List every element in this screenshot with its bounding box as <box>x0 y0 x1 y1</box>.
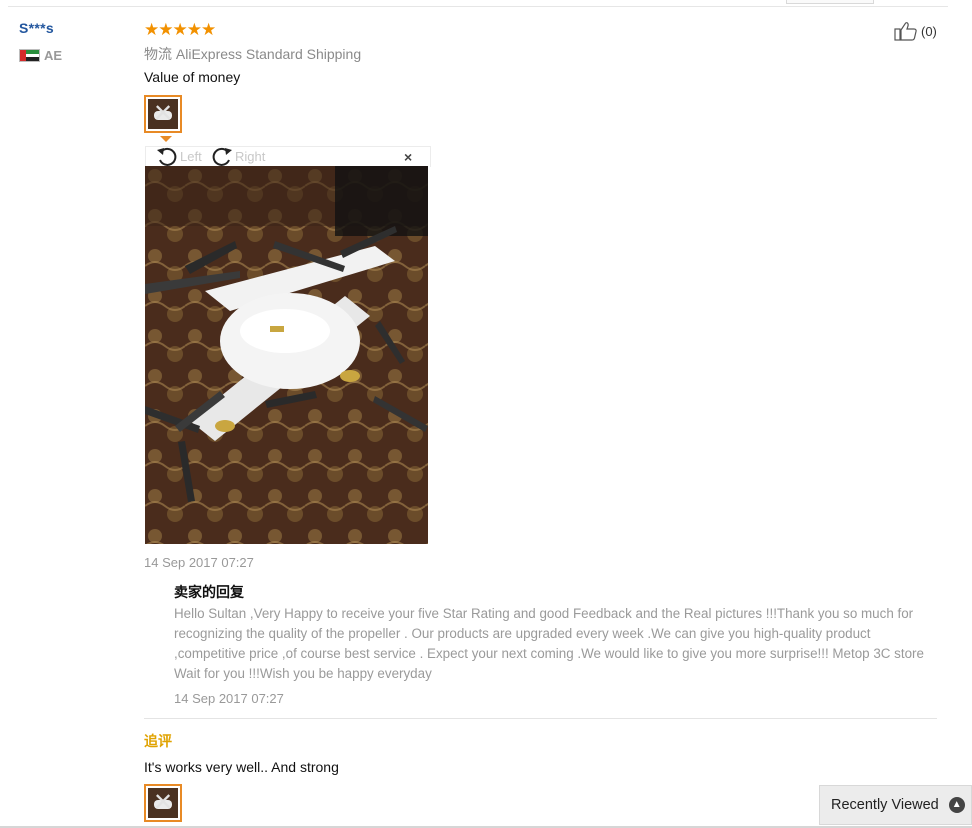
drone-photo <box>145 166 428 544</box>
section-divider <box>144 718 937 719</box>
reviewer-country: AE <box>44 48 63 63</box>
seller-reply-date: 14 Sep 2017 07:27 <box>174 691 284 706</box>
chevron-up-icon: ▲ <box>948 797 965 813</box>
star-rating: ★★★★★ <box>144 20 216 39</box>
recently-viewed-label: Recently Viewed <box>831 797 939 813</box>
helpful-count: (0) <box>921 23 937 39</box>
thumbs-up-icon <box>894 22 917 41</box>
reviewer-name[interactable]: S***s <box>19 20 54 36</box>
close-viewer-button[interactable]: × <box>404 149 412 165</box>
top-control-edge[interactable] <box>786 0 874 4</box>
rotate-right-icon <box>212 147 232 166</box>
shipping-method: AliExpress Standard Shipping <box>175 46 362 62</box>
helpful-button[interactable]: (0) <box>894 21 937 41</box>
rotate-left-button[interactable]: Left <box>156 146 202 166</box>
rotate-right-label: Right <box>235 148 266 164</box>
country-flag-icon <box>19 49 40 62</box>
drone-thumbnail-image <box>148 788 178 818</box>
rotate-right-button[interactable]: Right <box>211 146 265 166</box>
seller-reply-text: Hello Sultan ,Very Happy to receive your… <box>174 606 924 681</box>
followup-text: It's works very well.. And strong <box>144 759 339 775</box>
recently-viewed-button[interactable]: Recently Viewed ▲ <box>819 785 972 825</box>
rotate-left-icon <box>157 147 177 166</box>
top-divider <box>8 6 948 7</box>
review-date: 14 Sep 2017 07:27 <box>144 555 254 570</box>
shipping-label: 物流 <box>144 46 172 62</box>
review-text: Value of money <box>144 69 241 85</box>
rotate-left-label: Left <box>180 148 202 164</box>
review-photo-large[interactable] <box>145 166 428 544</box>
drone-thumbnail-image <box>148 99 178 129</box>
followup-label: 追评 <box>144 733 172 749</box>
seller-reply-title: 卖家的回复 <box>174 584 244 600</box>
shipping-info: 物流 AliExpress Standard Shipping <box>144 44 361 64</box>
review-photo-thumbnail[interactable] <box>144 95 182 133</box>
followup-photo-thumbnail[interactable] <box>144 784 182 822</box>
thumbnail-pointer <box>160 136 172 142</box>
